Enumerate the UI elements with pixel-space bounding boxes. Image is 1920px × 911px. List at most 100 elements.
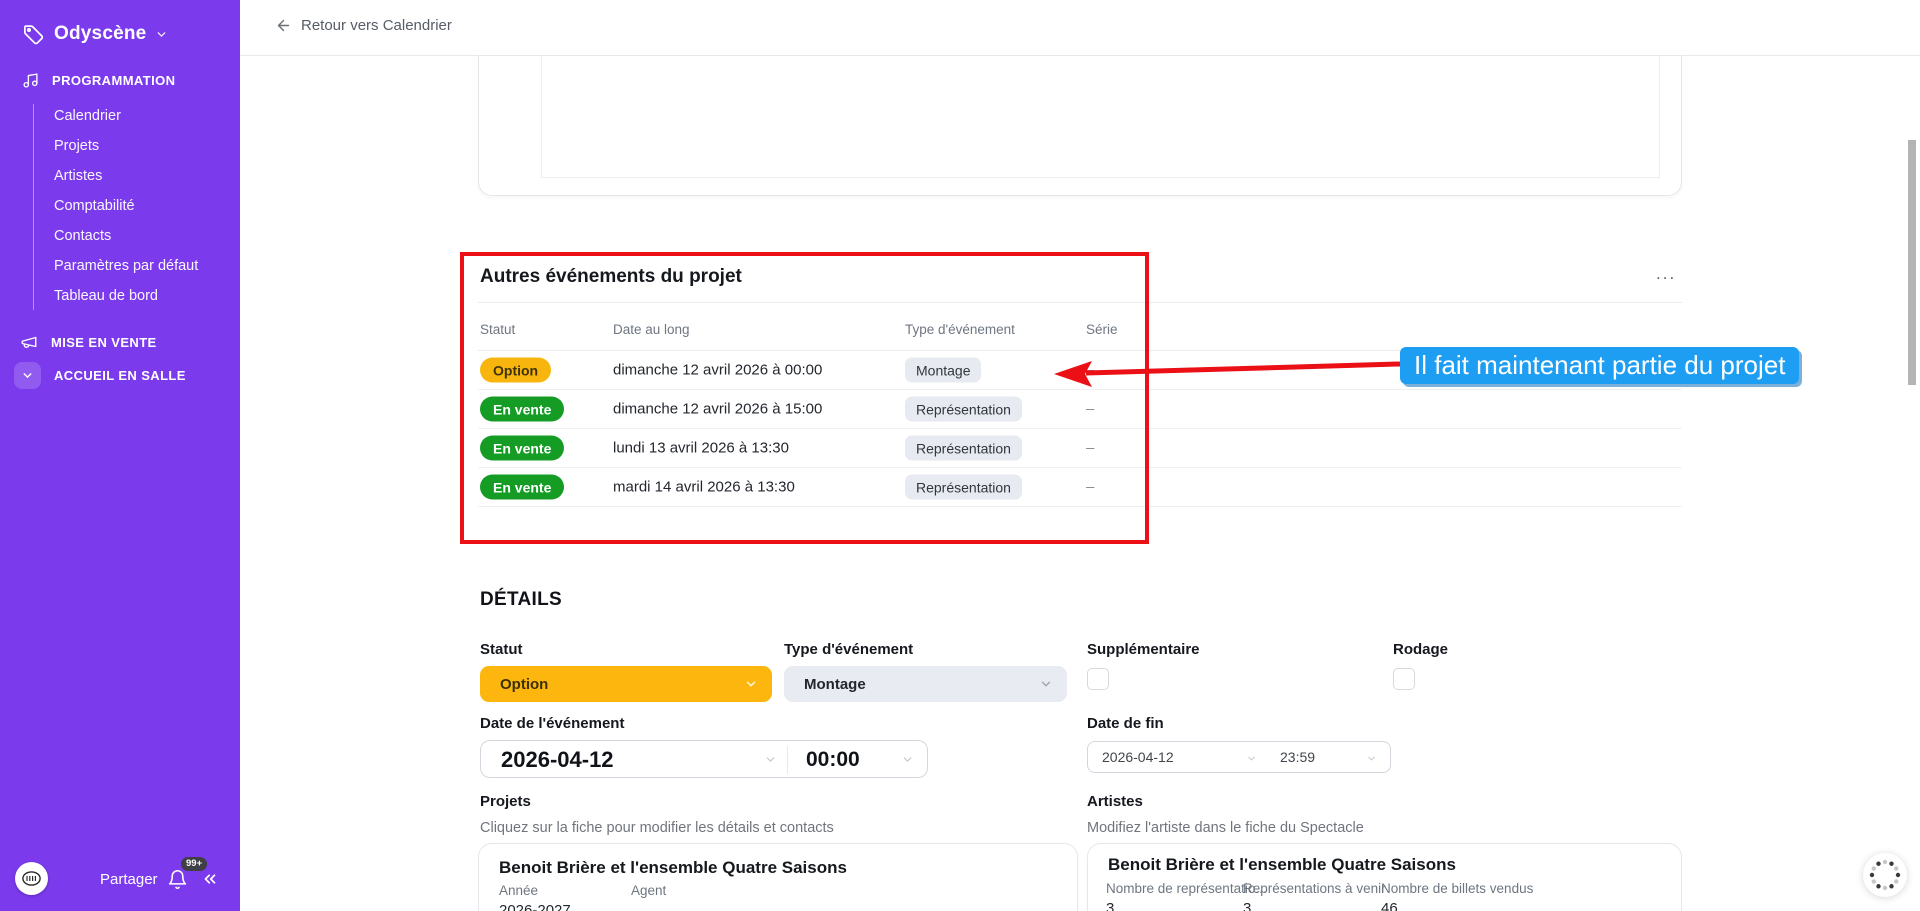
event-row[interactable]: En vente dimanche 12 avril 2026 à 15:00 … — [478, 390, 1682, 429]
stat-value: 3 — [1243, 900, 1252, 911]
share-button[interactable]: Partager — [100, 871, 158, 888]
event-date: dimanche 12 avril 2026 à 15:00 — [613, 400, 823, 418]
status-badge: En vente — [480, 435, 565, 461]
sidebar-section-accueil-en-salle[interactable]: ACCUEIL EN SALLE — [54, 368, 186, 383]
event-row[interactable]: En vente lundi 13 avril 2026 à 13:30 Rep… — [478, 429, 1682, 468]
event-serie: – — [1086, 400, 1095, 418]
artiste-card[interactable]: Benoit Brière et l'ensemble Quatre Saiso… — [1087, 843, 1682, 911]
venue-logo-icon — [22, 871, 41, 886]
annee-value: 2026-2027 — [499, 902, 571, 911]
sidebar-item-artistes[interactable]: Artistes — [54, 161, 224, 191]
ticket-logo-icon — [22, 23, 45, 46]
event-type-badge: Montage — [905, 357, 982, 383]
back-label: Retour vers Calendrier — [301, 17, 452, 34]
sidebar-section-mise-en-vente[interactable]: MISE EN VENTE — [20, 333, 157, 351]
supplementaire-label: Supplémentaire — [1087, 641, 1200, 658]
type-select[interactable]: Montage — [784, 666, 1067, 702]
date-event-time-value[interactable]: 00:00 — [806, 748, 860, 772]
chevron-down-icon — [21, 369, 34, 382]
artistes-label: Artistes — [1087, 793, 1143, 810]
workspace-switcher[interactable]: Odyscène — [22, 20, 168, 48]
chevron-down-icon — [155, 28, 168, 41]
event-serie: – — [1086, 439, 1095, 457]
sidebar-item-comptabilite[interactable]: Comptabilité — [54, 191, 224, 221]
notifications-count-badge: 99+ — [181, 857, 208, 871]
event-row[interactable]: En vente mardi 14 avril 2026 à 13:30 Rep… — [478, 468, 1682, 507]
rodage-checkbox[interactable] — [1393, 668, 1415, 690]
date-event-date-value[interactable]: 2026-04-12 — [501, 747, 614, 773]
projet-card[interactable]: Benoit Brière et l'ensemble Quatre Saiso… — [478, 843, 1078, 911]
event-serie: – — [1086, 361, 1095, 379]
event-date: mardi 14 avril 2026 à 13:30 — [613, 478, 795, 496]
scrolled-card-partial — [478, 56, 1682, 196]
double-chevron-left-icon — [204, 874, 216, 884]
annotation-tooltip: Il fait maintenant partie du projet — [1400, 347, 1800, 384]
sidebar-item-tableau-de-bord[interactable]: Tableau de bord — [54, 281, 224, 311]
supplementaire-checkbox[interactable] — [1087, 668, 1109, 690]
status-badge: Option — [480, 357, 552, 383]
chevron-down-icon — [764, 753, 776, 765]
type-label: Type d'événement — [784, 641, 914, 658]
sidebar-item-contacts[interactable]: Contacts — [54, 221, 224, 251]
brand-name: Odyscène — [54, 23, 147, 44]
status-badge: En vente — [480, 396, 565, 422]
stat-value: 3 — [1106, 900, 1115, 911]
agent-label: Agent — [631, 883, 667, 898]
sidebar-item-parametres[interactable]: Paramètres par défaut — [54, 251, 224, 281]
type-select-value: Montage — [804, 675, 866, 693]
sidebar-item-projets[interactable]: Projets — [54, 131, 224, 161]
spinner-dots-icon — [1869, 859, 1901, 891]
stat-label: Nombre de billets vendus — [1381, 881, 1534, 896]
date-event-label: Date de l'événement — [480, 715, 625, 732]
col-header-date: Date au long — [613, 322, 690, 337]
event-type-badge: Représentation — [905, 435, 1022, 461]
collapse-sidebar-button[interactable] — [201, 870, 219, 893]
chevron-down-icon — [1039, 677, 1053, 691]
divider — [478, 302, 1682, 303]
date-event-picker[interactable]: 2026-04-12 00:00 — [480, 740, 928, 778]
date-fin-date-value[interactable]: 2026-04-12 — [1102, 749, 1174, 765]
col-header-statut: Statut — [480, 322, 516, 337]
scrolled-card-inner-panel — [541, 56, 1660, 178]
sidebar-item-calendrier[interactable]: Calendrier — [54, 101, 224, 131]
stat-label: Représentations à venir — [1243, 881, 1386, 896]
artiste-card-title: Benoit Brière et l'ensemble Quatre Saiso… — [1108, 855, 1456, 874]
event-type-badge: Représentation — [905, 396, 1022, 422]
event-date: dimanche 12 avril 2026 à 00:00 — [613, 361, 823, 379]
rodage-label: Rodage — [1393, 641, 1449, 658]
event-type-badge: Représentation — [905, 474, 1022, 500]
events-section-title: Autres événements du projet — [480, 266, 742, 287]
scrollbar-thumb[interactable] — [1908, 140, 1916, 385]
accueil-expand-button[interactable] — [14, 362, 41, 389]
statut-select-value: Option — [500, 675, 549, 693]
chevron-down-icon — [1246, 751, 1258, 763]
topbar: Retour vers Calendrier — [240, 0, 1920, 56]
annee-label: Année — [499, 883, 539, 898]
app-root: Odyscène PROGRAMMATION Calendrier Projet… — [0, 0, 1920, 911]
megaphone-icon — [20, 333, 38, 351]
section-label: MISE EN VENTE — [51, 334, 157, 350]
notifications-bell-icon[interactable] — [167, 869, 188, 895]
chevron-down-icon — [1366, 751, 1378, 763]
statut-label: Statut — [480, 641, 523, 658]
event-serie: – — [1086, 478, 1095, 496]
loading-spinner — [1863, 853, 1907, 897]
sidebar: Odyscène PROGRAMMATION Calendrier Projet… — [0, 0, 240, 911]
arrow-left-icon — [275, 17, 292, 34]
col-header-type: Type d'événement — [905, 322, 1015, 337]
back-to-calendar-link[interactable]: Retour vers Calendrier — [275, 17, 452, 34]
user-avatar[interactable] — [15, 862, 48, 895]
projets-label: Projets — [480, 793, 531, 810]
submenu-guide-line — [33, 104, 34, 310]
statut-select[interactable]: Option — [480, 666, 772, 702]
event-date: lundi 13 avril 2026 à 13:30 — [613, 439, 789, 457]
date-fin-time-value[interactable]: 23:59 — [1280, 749, 1315, 765]
artistes-hint: Modifiez l'artiste dans le fiche du Spec… — [1087, 820, 1364, 836]
date-fin-picker[interactable]: 2026-04-12 23:59 — [1087, 741, 1391, 773]
details-section-title: DÉTAILS — [480, 589, 562, 610]
sidebar-section-programmation[interactable]: PROGRAMMATION — [22, 72, 175, 89]
col-header-serie: Série — [1086, 322, 1118, 337]
divider — [787, 746, 788, 774]
chevron-down-icon — [901, 753, 913, 765]
more-options-button[interactable]: ... — [1656, 264, 1676, 284]
